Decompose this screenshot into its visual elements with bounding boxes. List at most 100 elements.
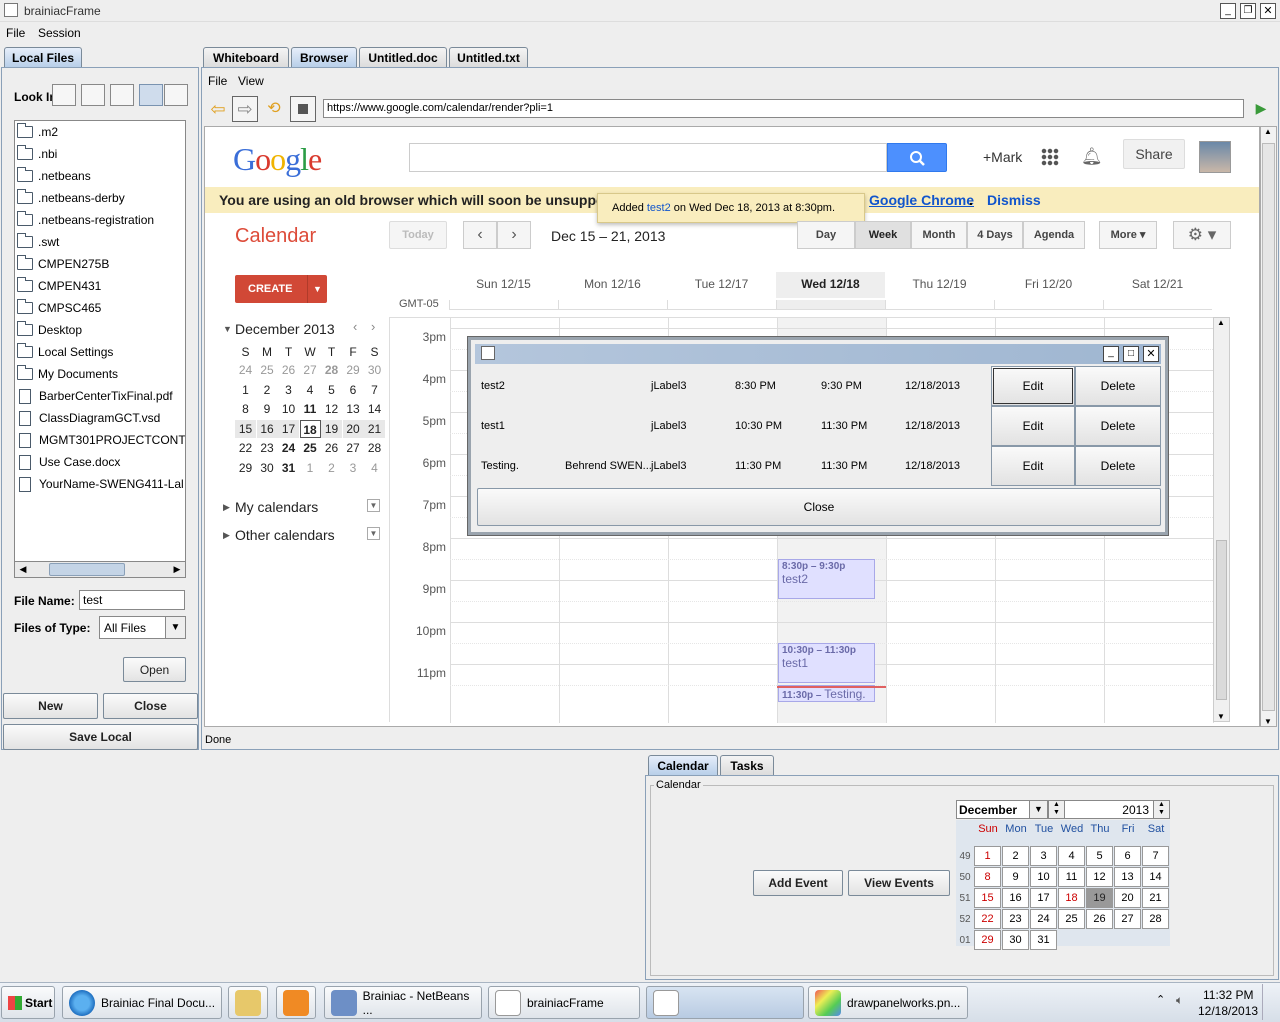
scroll-thumb[interactable] [49,563,125,576]
mini-cal-day[interactable]: 27 [300,361,321,379]
user-name-link[interactable]: +Mark [983,149,1022,165]
mini-cal-day[interactable]: 4 [300,381,321,399]
mini-cal-day[interactable]: 29 [343,361,364,379]
date-chooser-day[interactable]: 8 [974,867,1001,887]
day-header[interactable]: Sun 12/15 [449,272,558,298]
chrome-link[interactable]: Google Chrome [869,192,974,208]
view-day-button[interactable]: Day [797,221,855,249]
file-list-item[interactable]: Use Case.docx [17,451,120,473]
month-select[interactable]: December ▼ [956,800,1048,819]
date-chooser-day[interactable]: 19 [1086,888,1113,908]
create-dropdown-icon[interactable]: ▼ [307,275,327,303]
date-chooser-day[interactable]: 6 [1114,846,1141,866]
mini-cal-day[interactable]: 24 [235,361,256,379]
mini-cal-day[interactable]: 26 [321,439,342,457]
delete-event-button[interactable]: Delete [1075,446,1161,486]
google-logo[interactable]: Google [233,141,322,178]
mini-cal-day[interactable]: 21 [364,419,385,438]
other-calendars-arrow-icon[interactable]: ▶ [223,530,230,541]
taskbar-explorer[interactable] [228,986,268,1019]
file-list-item[interactable]: .nbi [17,143,57,165]
share-button[interactable]: Share [1123,139,1185,169]
file-list-item[interactable]: .netbeans [17,165,91,187]
all-day-cell[interactable] [667,300,776,310]
date-chooser-day[interactable]: 10 [1030,867,1057,887]
mini-cal-day[interactable]: 7 [364,381,385,399]
date-chooser-day[interactable]: 3 [1030,846,1057,866]
taskbar-netbeans[interactable]: Brainiac - NetBeans ... [324,986,482,1019]
close-window-button[interactable]: ✕ [1260,3,1276,19]
all-day-cell[interactable] [776,300,885,310]
date-chooser-day[interactable]: 22 [974,909,1001,929]
taskbar-paint[interactable]: drawpanelworks.pn... [808,986,968,1019]
search-button[interactable] [887,143,947,172]
go-icon[interactable]: ▶ [1252,99,1270,117]
toast-event-link[interactable]: test2 [647,202,671,214]
year-spin-right[interactable]: ▲ ▼ [1153,801,1169,818]
mini-cal-day[interactable]: 31 [278,459,299,477]
taskbar-java-dialog[interactable] [646,986,804,1019]
view-4days-button[interactable]: 4 Days [967,221,1023,249]
day-header[interactable]: Wed 12/18 [776,272,885,298]
details-view-icon[interactable] [164,84,188,106]
file-list-hscrollbar[interactable]: ◀ ▶ [14,561,186,578]
next-week-button[interactable]: › [497,221,531,249]
grid-scroll-up[interactable]: ▲ [1217,318,1225,327]
dialog-maximize-button[interactable]: □ [1123,346,1139,362]
mini-cal-day[interactable]: 25 [300,439,321,457]
back-icon[interactable]: ⇦ [206,97,230,121]
forward-icon[interactable]: ⇨ [232,96,258,122]
all-day-cell[interactable] [994,300,1103,310]
view-month-button[interactable]: Month [911,221,967,249]
tab-local-files[interactable]: Local Files [4,47,82,67]
tab-calendar[interactable]: Calendar [648,755,718,775]
tab-whiteboard[interactable]: Whiteboard [203,47,289,67]
mini-cal-day[interactable]: 28 [321,361,342,379]
add-event-button[interactable]: Add Event [753,870,843,896]
mini-cal-day[interactable]: 27 [343,439,364,457]
bell-icon[interactable]: 🔔︎ [1081,147,1103,167]
menu-session[interactable]: Session [38,26,81,40]
date-chooser-day[interactable]: 31 [1030,930,1057,950]
mini-cal-day[interactable]: 30 [257,459,278,477]
url-input[interactable]: https://www.google.com/calendar/render?p… [323,99,1244,118]
mini-cal-next[interactable]: › [371,319,375,334]
new-folder-icon[interactable] [110,84,134,106]
show-desktop-button[interactable] [1262,984,1278,1020]
stop-icon[interactable] [290,96,316,122]
day-header[interactable]: Tue 12/17 [667,272,776,298]
menu-file[interactable]: File [6,26,25,40]
date-chooser-day[interactable]: 24 [1030,909,1057,929]
file-list-item[interactable]: CMPEN275B [17,253,109,275]
file-list[interactable]: .m2 .nbi .netbeans .netbeans-derby .netbeans… [14,120,186,578]
date-chooser-day[interactable]: 13 [1114,867,1141,887]
file-list-item[interactable]: MGMT301PROJECTCONTR [17,429,185,451]
date-chooser-day[interactable]: 21 [1142,888,1169,908]
tab-tasks[interactable]: Tasks [720,755,774,775]
mini-cal-day[interactable]: 28 [364,439,385,457]
scroll-left-arrow[interactable]: ◀ [15,562,31,577]
mini-cal-day[interactable]: 3 [278,381,299,399]
tab-browser[interactable]: Browser [291,47,357,67]
mini-cal-day[interactable]: 24 [278,439,299,457]
file-list-item[interactable]: My Documents [17,363,118,385]
open-button[interactable]: Open [123,657,186,682]
reload-icon[interactable]: ⟲ [262,97,286,121]
file-list-item[interactable]: BarberCenterTixFinal.pdf [17,385,173,407]
mini-cal-day[interactable]: 9 [257,400,278,418]
maximize-button[interactable]: ❐ [1240,3,1256,19]
day-header[interactable]: Fri 12/20 [994,272,1103,298]
file-list-item[interactable]: .swt [17,231,59,253]
mini-cal-day[interactable]: 1 [300,459,321,477]
edit-event-button[interactable]: Edit [991,446,1075,486]
today-button[interactable]: Today [389,221,447,249]
date-chooser-day[interactable]: 7 [1142,846,1169,866]
date-chooser-day[interactable]: 17 [1030,888,1057,908]
date-chooser-day[interactable]: 2 [1002,846,1029,866]
all-day-cell[interactable] [449,300,558,310]
date-chooser-day[interactable]: 26 [1086,909,1113,929]
date-chooser-day[interactable]: 4 [1058,846,1085,866]
edit-event-button[interactable]: Edit [991,366,1075,406]
date-chooser-day[interactable]: 25 [1058,909,1085,929]
date-chooser-day[interactable]: 16 [1002,888,1029,908]
